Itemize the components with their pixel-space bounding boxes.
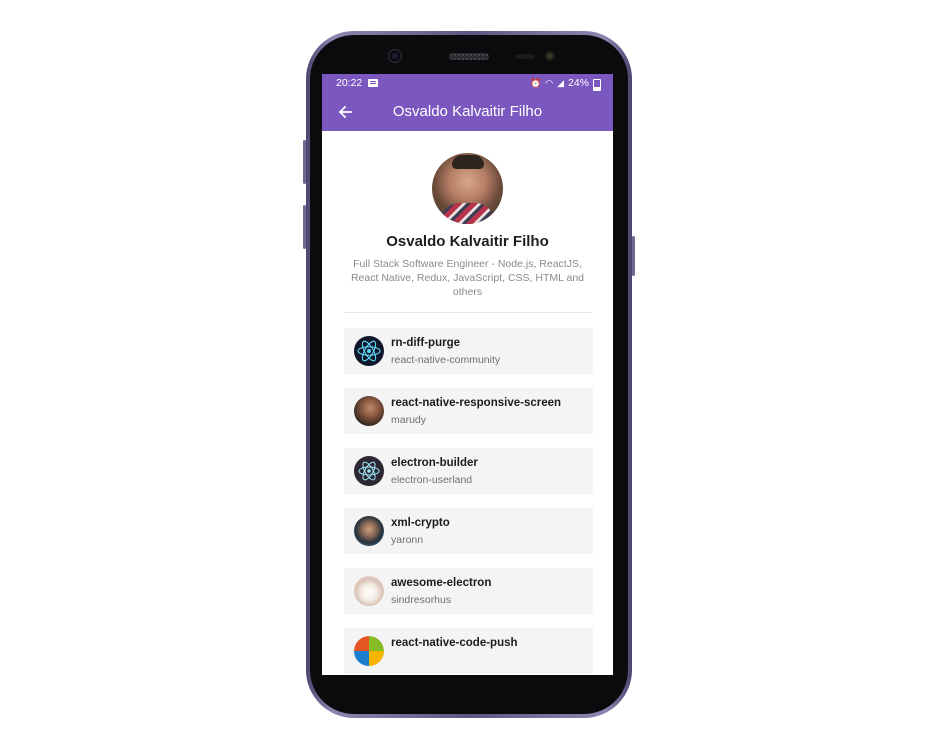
battery-percent: 24%	[567, 77, 589, 89]
repo-card[interactable]: react-native-responsive-screen marudy	[344, 388, 593, 434]
repo-name: rn-diff-purge	[391, 337, 460, 349]
logo-segment	[369, 651, 384, 666]
logo-segment	[354, 651, 369, 666]
repo-owner: sindresorhus	[391, 594, 452, 606]
repo-card[interactable]: react-native-code-push	[344, 628, 593, 674]
repo-name: electron-builder	[391, 457, 478, 469]
repo-owner: react-native-community	[391, 354, 501, 366]
profile-content[interactable]: Osvaldo Kalvaitir Filho Full Stack Softw…	[322, 131, 613, 675]
phone-screen: 20:22 ⏰ ◠ ◢ 24% Osvaldo Kalvaitir Filho	[322, 74, 613, 675]
owner-avatar	[354, 396, 384, 426]
alarm-icon: ⏰	[529, 78, 542, 88]
profile-avatar	[432, 153, 503, 224]
power-button	[632, 236, 635, 276]
message-notification-icon	[368, 79, 378, 87]
app-bar: Osvaldo Kalvaitir Filho	[322, 93, 613, 131]
volume-up-button	[303, 140, 306, 184]
signal-icon: ◢	[557, 78, 564, 88]
logo-segment	[354, 636, 369, 651]
owner-avatar	[354, 516, 384, 546]
proximity-sensor	[515, 54, 535, 59]
earpiece-speaker	[449, 53, 489, 60]
repo-card[interactable]: xml-crypto yaronn	[344, 508, 593, 554]
front-camera-icon	[389, 50, 401, 62]
repo-card[interactable]: rn-diff-purge react-native-community	[344, 328, 593, 374]
profile-bio: Full Stack Software Engineer - Node.js, …	[350, 258, 585, 298]
logo-segment	[369, 636, 384, 651]
status-indicators: ⏰ ◠ ◢ 24%	[530, 74, 601, 93]
divider	[344, 312, 592, 313]
repo-owner: yaronn	[391, 534, 424, 546]
repo-name: react-native-responsive-screen	[391, 397, 562, 409]
status-bar: 20:22 ⏰ ◠ ◢ 24%	[322, 74, 613, 93]
repo-name: react-native-code-push	[391, 637, 518, 649]
battery-icon	[593, 78, 601, 91]
owner-avatar	[354, 576, 384, 606]
repo-name: xml-crypto	[391, 517, 450, 529]
repo-name: awesome-electron	[391, 577, 492, 589]
app-bar-title: Osvaldo Kalvaitir Filho	[392, 103, 543, 120]
volume-down-button	[303, 205, 306, 249]
status-time: 20:22	[336, 77, 363, 89]
flash-sensor-icon	[545, 51, 555, 61]
repo-card[interactable]: electron-builder electron-userland	[344, 448, 593, 494]
avatar-hair	[452, 155, 484, 169]
repo-card[interactable]: awesome-electron sindresorhus	[344, 568, 593, 614]
wifi-icon: ◠	[545, 78, 554, 88]
stage: 20:22 ⏰ ◠ ◢ 24% Osvaldo Kalvaitir Filho	[0, 0, 933, 750]
repo-owner: marudy	[391, 414, 427, 426]
profile-name: Osvaldo Kalvaitir Filho	[386, 233, 549, 250]
repo-owner: electron-userland	[391, 474, 473, 486]
react-logo-icon	[354, 336, 384, 366]
electron-logo-icon	[354, 456, 384, 486]
avatar-shirt	[440, 203, 495, 224]
microsoft-logo-icon	[354, 636, 384, 666]
